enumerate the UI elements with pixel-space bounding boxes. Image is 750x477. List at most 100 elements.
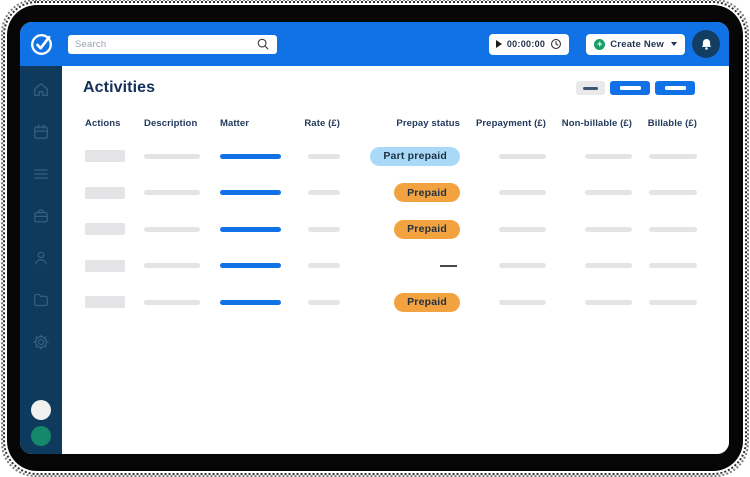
sidebar-item-calendar[interactable] — [30, 121, 52, 143]
app-window: Search 00:00:00 + Create New — [20, 22, 729, 454]
page-title: Activities — [83, 79, 155, 97]
table-row: Part prepaid — [85, 138, 697, 175]
table-body: Part prepaid Prepaid — [85, 138, 697, 321]
actions-skeleton[interactable] — [85, 296, 125, 308]
window-frame: Search 00:00:00 + Create New — [7, 5, 743, 471]
briefcase-icon — [31, 206, 51, 226]
home-icon — [31, 80, 51, 100]
actions-skeleton[interactable] — [85, 150, 125, 162]
prepay-status-badge: Part prepaid — [370, 147, 460, 166]
prepay-empty-dash — [440, 265, 457, 267]
calendar-icon — [31, 122, 51, 142]
column-header-prepay-status: Prepay status — [340, 118, 460, 129]
button-dash — [583, 87, 598, 90]
sidebar-item-matters[interactable] — [30, 205, 52, 227]
sidebar-item-settings[interactable] — [30, 331, 52, 353]
topbar-actions: 00:00:00 + Create New — [489, 30, 720, 58]
column-header-description: Description — [144, 118, 220, 129]
billable-skeleton — [649, 263, 697, 268]
table-row: Prepaid — [85, 175, 697, 212]
button-dash — [620, 86, 641, 90]
non-billable-skeleton — [585, 227, 632, 232]
topbar: Search 00:00:00 + Create New — [20, 22, 729, 66]
actions-skeleton[interactable] — [85, 187, 125, 199]
column-header-actions: Actions — [85, 118, 144, 129]
non-billable-skeleton — [585, 263, 632, 268]
view-toggle-buttons — [576, 81, 695, 95]
clock-icon — [550, 38, 562, 50]
prepay-status-badge: Prepaid — [394, 183, 460, 202]
sidebar-item-documents[interactable] — [30, 289, 52, 311]
matter-link-skeleton[interactable] — [220, 263, 281, 268]
prepay-status-badge: Prepaid — [394, 220, 460, 239]
prepay-status-badge: Prepaid — [394, 293, 460, 312]
search-placeholder: Search — [75, 39, 256, 50]
status-dot[interactable] — [31, 426, 51, 446]
table-header-row: Actions Description Matter Rate (£) Prep… — [85, 116, 697, 130]
non-billable-skeleton — [585, 190, 632, 195]
timer-play-icon — [496, 40, 502, 48]
prepayment-skeleton — [499, 190, 546, 195]
non-billable-skeleton — [585, 300, 632, 305]
billable-skeleton — [649, 227, 697, 232]
main-content: Activities Actions Description Matter Ra… — [62, 66, 729, 454]
contacts-icon — [31, 248, 51, 268]
matter-link-skeleton[interactable] — [220, 300, 281, 305]
primary-action-button-2[interactable] — [655, 81, 695, 95]
timer-value: 00:00:00 — [507, 39, 545, 49]
app-body: Activities Actions Description Matter Ra… — [20, 66, 729, 454]
prepayment-skeleton — [499, 263, 546, 268]
billable-skeleton — [649, 300, 697, 305]
notifications-button[interactable] — [692, 30, 720, 58]
primary-action-button-1[interactable] — [610, 81, 650, 95]
content-header: Activities — [83, 79, 695, 97]
column-header-prepayment: Prepayment (£) — [460, 118, 546, 129]
search-input[interactable]: Search — [68, 35, 277, 54]
description-skeleton — [144, 300, 200, 305]
table-row: Prepaid — [85, 284, 697, 321]
rate-skeleton — [308, 263, 340, 268]
sidebar-footer — [20, 400, 62, 446]
matter-link-skeleton[interactable] — [220, 154, 281, 159]
app-logo[interactable] — [20, 32, 62, 57]
sidebar-item-activities[interactable] — [30, 163, 52, 185]
description-skeleton — [144, 263, 200, 268]
column-header-rate: Rate (£) — [282, 118, 340, 129]
billable-skeleton — [649, 190, 697, 195]
table-row — [85, 248, 697, 285]
prepayment-skeleton — [499, 154, 546, 159]
rate-skeleton — [308, 300, 340, 305]
matter-link-skeleton[interactable] — [220, 190, 281, 195]
settings-gear-icon — [31, 332, 51, 352]
sidebar-item-contacts[interactable] — [30, 247, 52, 269]
create-new-button[interactable]: + Create New — [586, 34, 685, 55]
documents-folder-icon — [31, 290, 51, 310]
column-header-non-billable: Non-billable (£) — [546, 118, 632, 129]
timer-widget[interactable]: 00:00:00 — [489, 34, 569, 55]
view-toggle-inactive-button[interactable] — [576, 81, 605, 95]
prepayment-skeleton — [499, 300, 546, 305]
actions-skeleton[interactable] — [85, 223, 125, 235]
sidebar-item-home[interactable] — [30, 79, 52, 101]
button-dash — [665, 86, 686, 90]
billable-skeleton — [649, 154, 697, 159]
chevron-down-icon — [671, 42, 677, 46]
plus-icon: + — [594, 39, 605, 50]
description-skeleton — [144, 190, 200, 195]
rate-skeleton — [308, 190, 340, 195]
activities-list-icon — [31, 164, 51, 184]
logo-check-circle-icon — [29, 32, 54, 57]
bell-icon — [699, 37, 714, 52]
rate-skeleton — [308, 154, 340, 159]
actions-skeleton[interactable] — [85, 260, 125, 272]
rate-skeleton — [308, 227, 340, 232]
description-skeleton — [144, 154, 200, 159]
table-row: Prepaid — [85, 211, 697, 248]
description-skeleton — [144, 227, 200, 232]
create-new-label: Create New — [610, 39, 664, 50]
column-header-billable: Billable (£) — [632, 118, 697, 129]
non-billable-skeleton — [585, 154, 632, 159]
avatar[interactable] — [31, 400, 51, 420]
matter-link-skeleton[interactable] — [220, 227, 281, 232]
search-icon — [256, 37, 270, 51]
